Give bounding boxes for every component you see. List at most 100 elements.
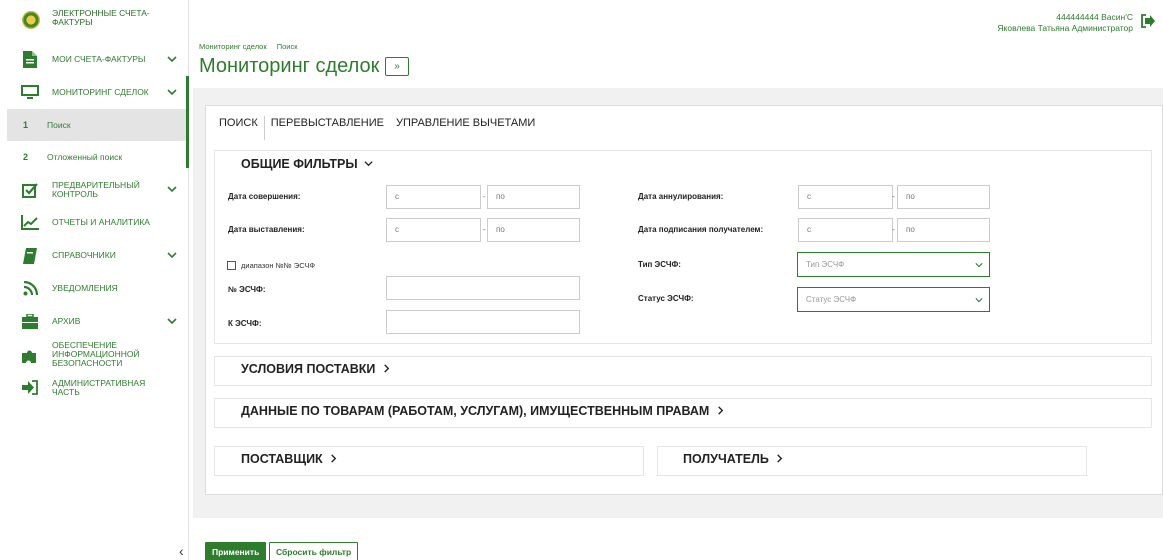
sidebar-subitem-search[interactable]: 1 Поиск [7,109,189,141]
sidebar: ЭЛЕКТРОННЫЕ СЧЕТА-ФАКТУРЫ МОИ СЧЕТА-ФАКТ… [7,0,189,560]
general-filters-toggle[interactable]: ОБЩИЕ ФИЛЬТРЫ [241,157,373,171]
document-icon [21,51,39,69]
tab-bar: ПОИСК ПЕРЕВЫСТАВЛЕНИЕ УПРАВЛЕНИЕ ВЫЧЕТАМ… [213,116,541,140]
range-dash: - [892,225,895,234]
puzzle-icon [21,346,39,364]
chevron-down-icon [975,263,983,268]
sidebar-item-admin[interactable]: АДМИНИСТРАТИВНАЯ ЧАСТЬ [7,371,189,404]
date-signed-to-field[interactable]: по [897,218,990,242]
archive-icon [21,313,39,331]
subitem-label: Поиск [47,120,71,130]
date-issued-from-field[interactable]: с [386,218,481,242]
chart-icon [21,214,39,232]
collapse-sidebar-button[interactable]: ‹ [179,543,184,559]
apply-button[interactable]: Применить [205,542,267,560]
section-title: ПОСТАВЩИК [241,452,323,466]
goods-toggle[interactable]: ДАННЫЕ ПО ТОВАРАМ (РАБОТАМ, УСЛУГАМ), ИМ… [241,404,725,418]
section-title: УСЛОВИЯ ПОСТАВКИ [241,362,376,376]
tab-reissue[interactable]: ПЕРЕВЫСТАВЛЕНИЕ [265,116,390,140]
invoice-number-field[interactable] [386,276,580,300]
sidebar-nav: МОИ СЧЕТА-ФАКТУРЫ МОНИТОРИНГ СДЕЛОК 1 По… [7,43,189,404]
subitem-number: 2 [23,152,29,162]
chevron-right-icon [384,364,390,373]
sidebar-item-archive[interactable]: АРХИВ [7,305,189,338]
sidebar-item-label: АРХИВ [52,316,81,326]
date-done-from-field[interactable]: с [386,185,481,209]
subitem-label: Отложенный поиск [47,152,123,162]
date-cancel-to-field[interactable]: по [897,185,990,209]
date-done-label: Дата совершения: [228,192,301,201]
date-issued-to-field[interactable]: по [487,218,580,242]
range-dash: - [892,192,895,201]
book-icon [21,247,39,265]
sidebar-item-precontrol[interactable]: ПРЕДВАРИТЕЛЬНЫЙ КОНТРОЛЬ [7,173,189,206]
chevron-right-icon [331,454,337,463]
sign-in-icon [21,379,39,397]
active-section-indicator [186,76,189,168]
type-label: Тип ЭСЧФ: [638,260,681,269]
sidebar-item-label: ОБЕСПЕЧЕНИЕ ИНФОРМАЦИОННОЙ БЕЗОПАСНОСТИ [52,340,140,368]
section-title: ПОЛУЧАТЕЛЬ [683,452,769,466]
tab-deductions[interactable]: УПРАВЛЕНИЕ ВЫЧЕТАМИ [390,116,541,140]
sidebar-item-invoices[interactable]: МОИ СЧЕТА-ФАКТУРЫ [7,43,189,76]
range-checkbox[interactable] [227,261,236,270]
breadcrumb-item[interactable]: Мониторинг сделок [199,42,267,51]
sidebar-item-directories[interactable]: СПРАВОЧНИКИ [7,239,189,272]
chevron-down-icon [167,252,177,259]
emblem-logo [22,11,40,29]
checkbox-icon [21,181,39,199]
invoice-number-label: № ЭСЧФ: [228,285,266,294]
date-done-to-field[interactable]: по [487,185,580,209]
sidebar-item-label: ПРЕДВАРИТЕЛЬНЫЙ КОНТРОЛЬ [52,179,140,199]
delivery-toggle[interactable]: УСЛОВИЯ ПОСТАВКИ [241,362,391,376]
expand-toggle-button[interactable]: » [385,57,409,76]
chevron-down-icon [167,89,177,96]
k-invoice-field[interactable] [386,310,580,334]
chevron-right-icon [777,454,783,463]
date-cancel-from-field[interactable]: с [798,185,893,209]
type-select[interactable]: Тип ЭСЧФ [797,252,990,277]
range-dash: - [483,225,486,234]
supplier-toggle[interactable]: ПОСТАВЩИК [241,452,338,466]
date-signed-from-field[interactable]: с [798,218,893,242]
sidebar-subitem-deferred-search[interactable]: 2 Отложенный поиск [7,141,189,173]
sidebar-item-label: МОНИТОРИНГ СДЕЛОК [52,87,149,97]
date-issued-label: Дата выставления: [228,225,305,234]
range-checkbox-label: диапазон №№ ЭСЧФ [241,261,316,270]
breadcrumb-item[interactable]: Поиск [277,42,298,51]
chevron-down-icon [364,161,373,167]
section-title: ОБЩИЕ ФИЛЬТРЫ [241,157,358,171]
sidebar-item-label: АДМИНИСТРАТИВНАЯ ЧАСТЬ [52,377,146,397]
type-placeholder: Тип ЭСЧФ [806,260,845,269]
chevron-down-icon [167,56,177,63]
general-filters-section [214,150,1152,344]
date-cancel-label: Дата аннулирования: [638,192,724,201]
status-select[interactable]: Статус ЭСЧФ [797,287,990,312]
sidebar-item-notifications[interactable]: УВЕДОМЛЕНИЯ [7,272,189,305]
chevron-right-icon [718,406,724,415]
rss-icon [21,280,39,298]
page-title: Мониторинг сделок [199,55,380,77]
k-invoice-label: К ЭСЧФ: [228,319,262,328]
logout-icon[interactable] [1141,14,1155,28]
date-signed-label: Дата подписания получателем: [638,225,764,234]
monitor-icon [21,84,39,102]
brand[interactable]: ЭЛЕКТРОННЫЕ СЧЕТА-ФАКТУРЫ [7,9,189,39]
user-account: 444444444 Васин'С [1056,12,1133,22]
sidebar-item-label: ОТЧЕТЫ И АНАЛИТИКА [52,217,150,227]
sidebar-item-monitoring[interactable]: МОНИТОРИНГ СДЕЛОК [7,76,189,109]
reset-filter-button[interactable]: Сбросить фильтр [269,542,359,560]
sidebar-item-label: УВЕДОМЛЕНИЯ [52,283,118,293]
sidebar-item-security[interactable]: ОБЕСПЕЧЕНИЕ ИНФОРМАЦИОННОЙ БЕЗОПАСНОСТИ [7,338,189,371]
section-title: ДАННЫЕ ПО ТОВАРАМ (РАБОТАМ, УСЛУГАМ), ИМ… [241,404,710,418]
sidebar-item-reports[interactable]: ОТЧЕТЫ И АНАЛИТИКА [7,206,189,239]
breadcrumb: Мониторинг сделок Поиск [199,42,306,51]
brand-title: ЭЛЕКТРОННЫЕ СЧЕТА-ФАКТУРЫ [52,8,150,27]
tab-search[interactable]: ПОИСК [213,116,265,140]
recipient-toggle[interactable]: ПОЛУЧАТЕЛЬ [683,452,784,466]
user-name: Яковлева Татьяна Администратор [997,23,1133,33]
chevron-down-icon [167,318,177,325]
subitem-number: 1 [23,120,29,130]
sidebar-item-label: СПРАВОЧНИКИ [52,250,116,260]
status-placeholder: Статус ЭСЧФ [806,295,857,304]
